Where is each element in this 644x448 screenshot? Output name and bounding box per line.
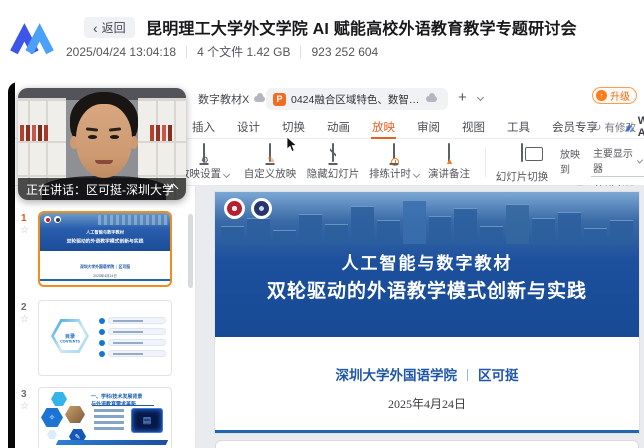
mini-slide-lower: 深圳大学外国语学院 │ 区可挺 2025年4月24日 xyxy=(40,251,170,281)
slide-title-line1: 人工智能与数字教材 xyxy=(215,249,639,274)
cloud-sync-icon xyxy=(426,96,437,102)
ribbon-tab-design[interactable]: 设计 xyxy=(236,116,261,138)
skyline-image xyxy=(98,215,168,225)
active-speaker-label: 正在讲话：区可挺-深圳大学 xyxy=(26,181,174,198)
toc-label: 目录 xyxy=(65,332,75,340)
notes-document-icon: ▲ xyxy=(448,143,450,162)
speaker-video-overlay[interactable]: 正在讲话：区可挺-深圳大学 xyxy=(18,88,186,200)
two-slides-icon xyxy=(521,143,523,162)
school-badge-icon xyxy=(251,198,272,219)
document-tab-label: 数字教材X xyxy=(198,91,249,107)
slide-number: 1 xyxy=(21,213,27,224)
next-slide-preview xyxy=(215,440,639,448)
meta-datetime: 2025/04/24 13:04:18 xyxy=(66,45,176,59)
recording-page: ‹ 返回 昆明理工大学外文学院 AI 赋能高校外语教育教学专题研讨会 2025/… xyxy=(0,0,644,448)
speaker-face xyxy=(88,135,97,139)
thumbnail-list xyxy=(94,409,124,433)
slide-date: 2025年4月24日 xyxy=(215,395,639,412)
speaker-face xyxy=(76,104,132,178)
rehearse-timing-button[interactable]: 排练计时 xyxy=(365,144,423,181)
modified-status: ↻ 有修改 xyxy=(592,120,636,135)
mini-slide-banner: 人工智能与数字教材 双轮驱动的外语教学模式创新与实践 xyxy=(40,213,170,251)
monitor-clock-icon xyxy=(393,143,395,162)
speaker-notes-button[interactable]: ▲ 演讲备注 xyxy=(423,144,475,181)
slide-thumbnail-panel: 1 ☆ 人工智能与数字教材 双轮驱动的外语教学模式创新与实践 xyxy=(15,186,196,448)
page-title: 昆明理工大学外文学院 AI 赋能高校外语教育教学专题研讨会 xyxy=(146,15,577,39)
slide-canvas: 人工智能与数字教材 双轮驱动的外语教学模式创新与实践 深圳大学外国语学院区可挺 … xyxy=(196,186,644,448)
ribbon-tab-review[interactable]: 审阅 xyxy=(416,116,441,138)
display-to-label: 放映到 xyxy=(560,146,585,176)
monitor-pencil-icon: ✎ xyxy=(269,143,271,162)
meta-meeting-id: 923 252 604 xyxy=(311,45,378,59)
tab-list-caret-icon[interactable] xyxy=(477,94,484,101)
slide-affiliation: 深圳大学外国语学院区可挺 xyxy=(215,364,639,384)
upgrade-label: 升级 xyxy=(610,88,630,103)
back-button[interactable]: ‹ 返回 xyxy=(84,17,135,38)
chevron-left-icon: ‹ xyxy=(93,21,98,35)
ribbon-tab-view[interactable]: 视图 xyxy=(461,116,486,138)
thumbnail-scrollbar[interactable] xyxy=(188,214,193,288)
upgrade-button[interactable]: ↑ 升级 xyxy=(592,87,637,104)
hide-slide-button[interactable]: 隐藏幻灯片 xyxy=(303,144,363,181)
document-tab-background[interactable]: 数字教材X xyxy=(198,91,274,107)
speaker-face xyxy=(110,135,119,139)
favorite-star-icon[interactable]: ☆ xyxy=(20,401,29,412)
thumbnail-slide-2[interactable]: 目录 CONTENTS xyxy=(38,300,172,376)
active-speaker-bar: 正在讲话：区可挺-深圳大学 xyxy=(18,178,186,200)
wps-content-area: 1 ☆ 人工智能与数字教材 双轮驱动的外语教学模式创新与实践 xyxy=(15,186,644,448)
photo-hexagon xyxy=(65,406,85,423)
divider xyxy=(467,369,468,381)
decor-bar xyxy=(56,440,168,445)
upgrade-arrow-icon: ↑ xyxy=(596,90,607,101)
slide-title-line2: 双轮驱动的外语教学模式创新与实践 xyxy=(215,276,639,303)
mini-slide-title: 双轮驱动的外语教学模式创新与实践 xyxy=(67,237,144,244)
cloud-sync-icon xyxy=(254,96,265,102)
school-badge-icon xyxy=(54,216,61,223)
ribbon-tab-transition[interactable]: 切换 xyxy=(281,116,306,138)
toc-hexagon: 目录 CONTENTS xyxy=(51,319,89,353)
city-skyline-image xyxy=(215,198,639,244)
recording-player[interactable]: 数字教材X P 0424融合区域特色、数智赋能 + ↑ 升级 xyxy=(8,82,644,448)
university-seal-icon xyxy=(224,198,245,219)
toc-sublabel: CONTENTS xyxy=(60,340,80,344)
thumbnail-slide-3[interactable]: ✧ ✎ 一、学科/技术发展背景 与外语教育需求革新 ▤ xyxy=(38,387,172,448)
modified-label: 有修改 xyxy=(605,120,637,135)
wps-ai-label: WPS AI xyxy=(638,115,644,139)
ribbon-tab-tools[interactable]: 工具 xyxy=(506,116,531,138)
meeting-meta: 2025/04/24 13:04:18 4 个文件 1.42 GB 923 25… xyxy=(66,43,378,60)
speaker-face xyxy=(95,160,113,164)
ribbon-tab-slideshow-active[interactable]: 放映 xyxy=(371,116,396,138)
slide-slash-icon xyxy=(332,143,334,162)
meta-file-count: 4 个文件 1.42 GB xyxy=(197,43,290,60)
mouse-cursor xyxy=(286,137,298,153)
toc-items xyxy=(99,317,166,361)
university-seal-icon xyxy=(44,216,51,223)
display-target-dropdown[interactable]: 主要显示器 xyxy=(591,145,644,177)
slide-number: 2 xyxy=(21,302,27,313)
page-header: ‹ 返回 昆明理工大学外文学院 AI 赋能高校外语教育教学专题研讨会 2025/… xyxy=(0,0,644,70)
divider xyxy=(485,147,486,177)
back-button-label: 返回 xyxy=(102,19,126,36)
mini-slide-title: 人工智能与数字教材 xyxy=(86,228,124,234)
slide-number: 3 xyxy=(21,389,27,400)
thumbnail-slide-1[interactable]: 人工智能与数字教材 双轮驱动的外语教学模式创新与实践 深圳大学外国语学院 │ 区… xyxy=(38,211,172,287)
document-tab-label: 0424融合区域特色、数智赋能 xyxy=(291,92,421,107)
new-tab-button[interactable]: + xyxy=(458,89,467,106)
slide-banner: 人工智能与数字教材 双轮驱动的外语教学模式创新与实践 xyxy=(215,192,639,337)
monitor-gear-icon: ⚙ xyxy=(203,143,205,162)
favorite-star-icon[interactable]: ☆ xyxy=(20,314,29,325)
history-icon: ↻ xyxy=(592,121,601,134)
ppt-file-icon: P xyxy=(273,93,286,106)
tencent-meeting-logo-icon xyxy=(10,20,54,58)
meta-divider xyxy=(186,46,187,58)
favorite-star-icon[interactable]: ☆ xyxy=(20,225,29,236)
digital-book-image: ▤ xyxy=(131,408,163,433)
meta-divider xyxy=(300,46,301,58)
slide-switch-button[interactable]: 幻灯片切换 xyxy=(493,144,551,184)
current-slide: 人工智能与数字教材 双轮驱动的外语教学模式创新与实践 深圳大学外国语学院区可挺 … xyxy=(215,192,639,433)
ribbon-tab-animation[interactable]: 动画 xyxy=(326,116,351,138)
ribbon-tab-insert[interactable]: 插入 xyxy=(191,116,216,138)
document-tab-active[interactable]: P 0424融合区域特色、数智赋能 xyxy=(266,88,448,110)
